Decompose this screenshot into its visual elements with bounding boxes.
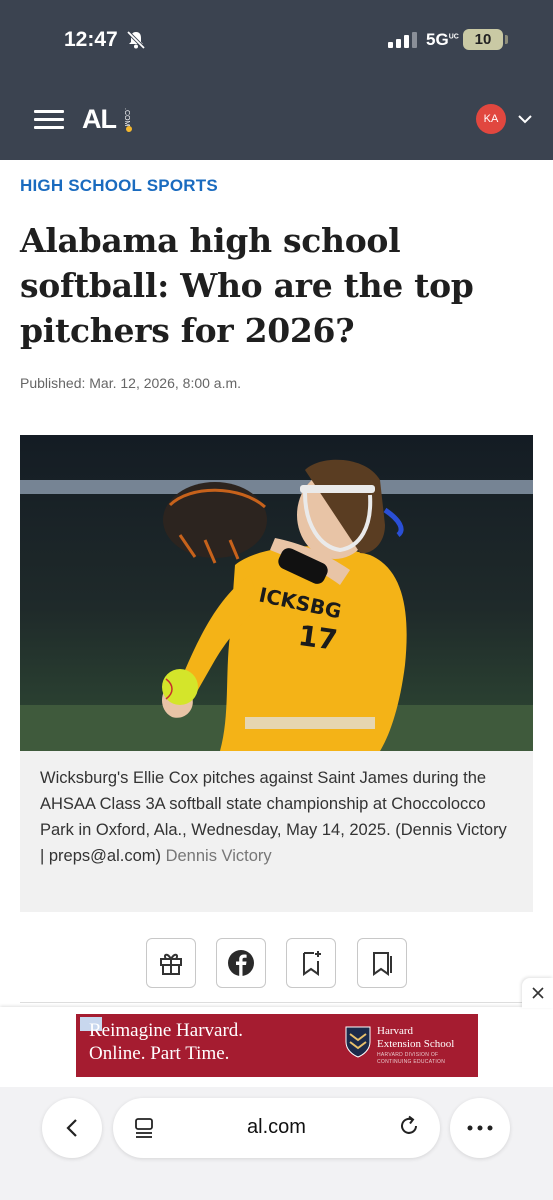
logo-dot: [126, 126, 132, 132]
content-divider: [20, 1002, 533, 1003]
ad-headline-1: Reimagine Harvard.: [89, 1020, 244, 1041]
site-header: 12:47 5GUC 10 AL .COM KA: [0, 0, 553, 160]
caption-credit: Dennis Victory: [165, 847, 272, 865]
chevron-down-icon[interactable]: [517, 111, 533, 127]
battery-cap: [505, 35, 508, 44]
save-article-button[interactable]: [286, 938, 336, 988]
address-bar[interactable]: al.com: [113, 1098, 440, 1158]
ad-brand-4: CONTINUING EDUCATION: [377, 1059, 446, 1065]
account-avatar[interactable]: KA: [476, 104, 506, 134]
bell-off-icon: [126, 30, 146, 50]
menu-icon[interactable]: [34, 110, 64, 130]
site-logo[interactable]: AL: [82, 104, 117, 135]
harvard-shield-icon: [345, 1026, 371, 1058]
article-photo[interactable]: ICKSBG 17: [20, 435, 533, 751]
jersey-number: 17: [296, 619, 339, 657]
photo-caption: Wicksburg's Ellie Cox pitches against Sa…: [20, 751, 533, 912]
facebook-share-button[interactable]: [216, 938, 266, 988]
ad-brand-1: Harvard: [377, 1025, 414, 1037]
close-icon: [531, 987, 544, 999]
bookmarks-icon: [373, 952, 392, 976]
article-headline: Alabama high school softball: Who are th…: [20, 221, 474, 350]
caption-text: Wicksburg's Ellie Cox pitches against Sa…: [40, 769, 507, 865]
reload-icon[interactable]: [398, 1115, 420, 1137]
url-text: al.com: [247, 1116, 306, 1138]
section-label[interactable]: HIGH SCHOOL SPORTS: [20, 176, 218, 196]
published-date: Published: Mar. 12, 2026, 8:00 a.m.: [20, 375, 242, 391]
network-indicator: 5GUC: [426, 30, 459, 49]
ad-headline-2: Online. Part Time.: [89, 1043, 230, 1064]
bookmark-add-icon: [303, 951, 321, 976]
chevron-left-icon: [66, 1119, 77, 1137]
gift-article-button[interactable]: [146, 938, 196, 988]
facebook-icon: [228, 950, 254, 976]
ad-brand-2: Extension School: [377, 1038, 455, 1050]
more-options-button[interactable]: [450, 1098, 510, 1158]
status-time: 12:47: [64, 28, 118, 51]
saved-articles-button[interactable]: [357, 938, 407, 988]
close-ad-button[interactable]: [522, 978, 553, 1008]
site-logo-suffix: .COM: [123, 108, 130, 127]
battery-indicator: 10: [463, 29, 503, 50]
ad-brand-3: HARVARD DIVISION OF: [377, 1052, 439, 1058]
signal-icon: [388, 32, 417, 48]
back-button[interactable]: [42, 1098, 102, 1158]
gift-icon: [160, 953, 182, 975]
more-icon: [467, 1125, 493, 1131]
